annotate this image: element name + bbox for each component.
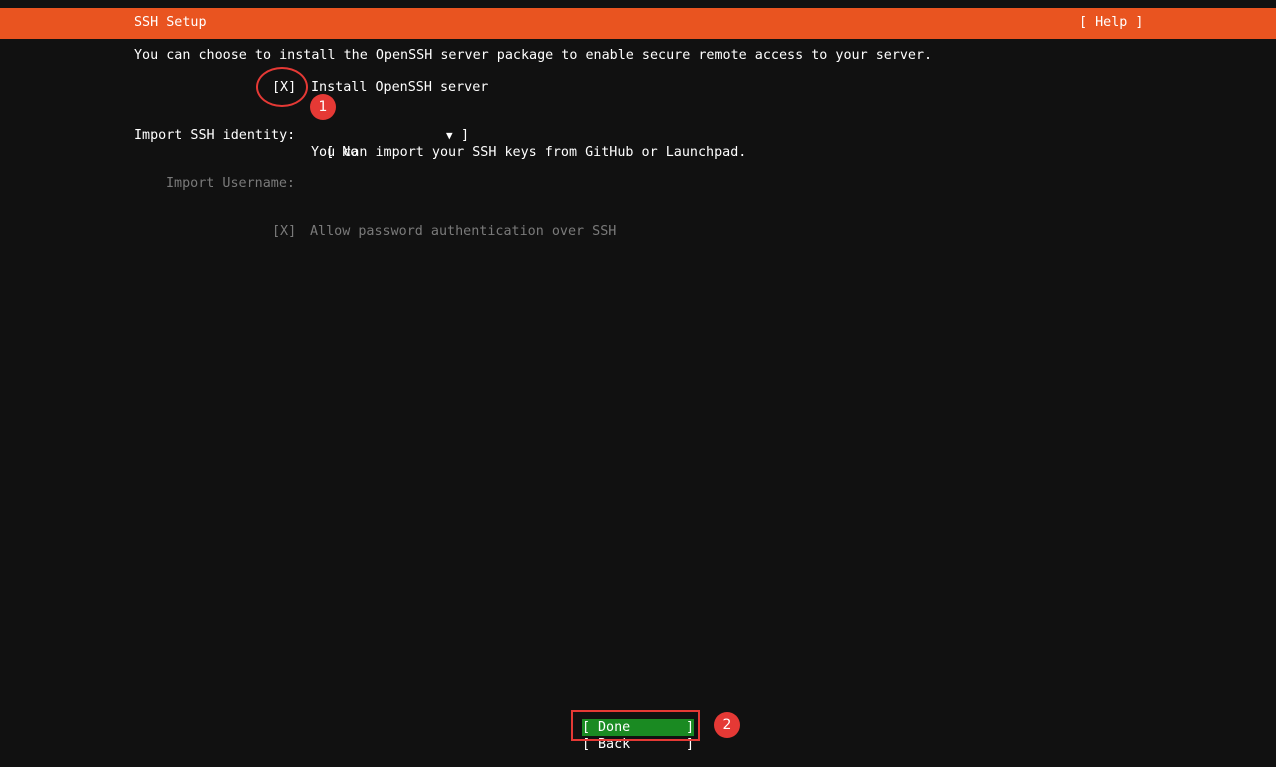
import-username-label: Import Username: bbox=[166, 176, 295, 191]
dropdown-close-bracket: ] bbox=[461, 128, 470, 143]
page-title: SSH Setup bbox=[134, 15, 207, 30]
header-bar: SSH Setup [ Help ] bbox=[0, 8, 1276, 39]
import-ssh-help-text: You can import your SSH keys from GitHub… bbox=[311, 145, 747, 160]
allow-password-checkbox: [X] bbox=[272, 224, 297, 239]
intro-text: You can choose to install the OpenSSH se… bbox=[134, 48, 933, 63]
install-openssh-label[interactable]: Install OpenSSH server bbox=[311, 79, 488, 96]
window-top-strip bbox=[0, 0, 1276, 8]
annotation-circle bbox=[256, 67, 308, 107]
annotation-badge-1: 1 bbox=[310, 94, 336, 120]
help-button[interactable]: [ Help ] bbox=[1079, 15, 1144, 30]
annotation-badge-2: 2 bbox=[714, 712, 740, 738]
import-ssh-identity-label: Import SSH identity: bbox=[134, 128, 296, 143]
allow-password-label: Allow password authentication over SSH bbox=[310, 224, 617, 239]
import-username-input bbox=[310, 175, 610, 192]
chevron-down-icon: ▼ bbox=[446, 129, 453, 142]
annotation-rectangle bbox=[571, 710, 700, 741]
